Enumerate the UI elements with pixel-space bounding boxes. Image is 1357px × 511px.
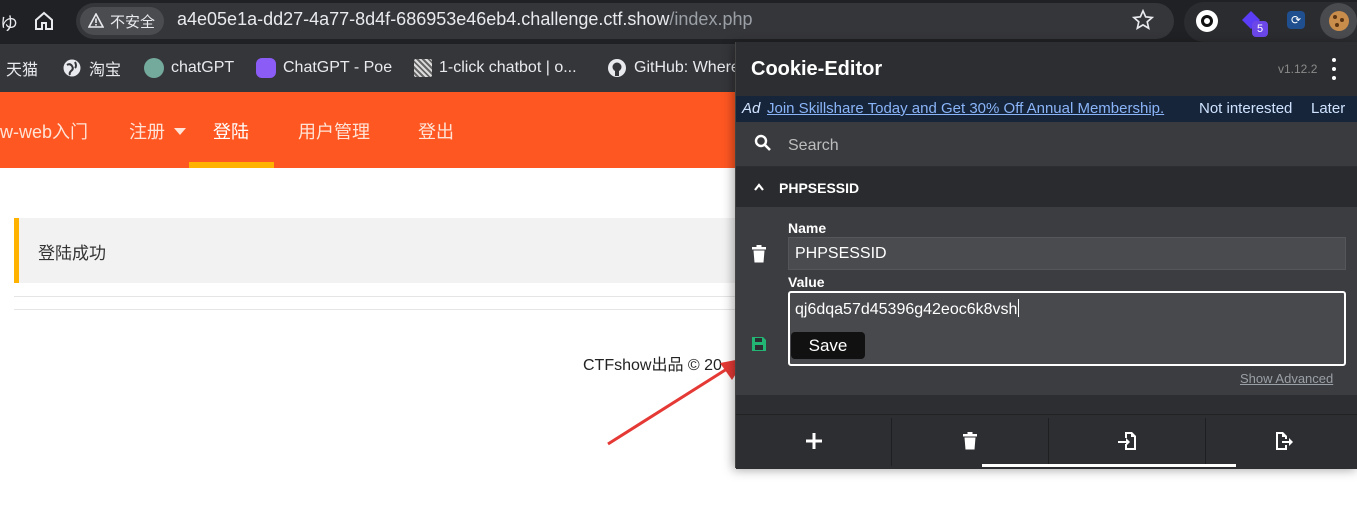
bookmark-label: 1-click chatbot | o...	[439, 59, 577, 76]
annotation-arrow-icon	[607, 358, 746, 446]
nav-register[interactable]: 注册	[129, 118, 187, 144]
popup-title: Cookie-Editor	[751, 58, 883, 80]
delete-all-button[interactable]	[892, 415, 1047, 467]
value-label: Value	[788, 274, 825, 290]
divider	[14, 296, 744, 297]
bookmark-label: ChatGPT - Poe	[283, 59, 393, 76]
bookmark-github[interactable]: GitHub: Where	[607, 56, 740, 80]
save-floppy-icon[interactable]	[751, 336, 767, 352]
nav-register-label: 注册	[129, 122, 165, 142]
chatbot-icon	[414, 59, 432, 77]
cookie-name-field[interactable]: PHPSESSID	[788, 237, 1346, 270]
home-icon[interactable]	[33, 10, 55, 37]
extension-badge: 5	[1252, 21, 1268, 37]
poe-icon	[256, 58, 276, 78]
bookmark-chatgpt[interactable]: chatGPT	[144, 56, 234, 80]
extension-sync-icon[interactable]: ⟳	[1287, 11, 1305, 29]
popup-version: v1.12.2	[1278, 62, 1318, 76]
nav-login[interactable]: 登陆	[213, 118, 249, 144]
nav-active-indicator	[189, 162, 274, 168]
search-input[interactable]	[786, 132, 1310, 160]
later-button[interactable]: Later	[1311, 100, 1345, 117]
url-path: /index.php	[669, 9, 753, 29]
bookmark-taobao[interactable]: 淘宝	[62, 56, 121, 80]
ad-link[interactable]: Join Skillshare Today and Get 30% Off An…	[767, 100, 1164, 117]
alert-message: 登陆成功	[38, 244, 106, 263]
nav-user-manage[interactable]: 用户管理	[298, 118, 370, 144]
cookie-value: qj6dqa57d45396g42eoc6k8vsh	[795, 301, 1018, 318]
url-host: a4e05e1a-dd27-4a77-8d4f-686953e46eb4.cha…	[177, 9, 670, 29]
star-icon[interactable]	[1131, 8, 1155, 36]
bookmark-poe[interactable]: ChatGPT - Poe	[256, 56, 392, 80]
bookmark-label: 淘宝	[89, 62, 122, 79]
back-partial-icon[interactable]: ゆ	[0, 10, 18, 36]
plus-icon	[805, 433, 822, 449]
divider	[14, 309, 744, 310]
import-icon	[1117, 432, 1136, 450]
caret-down-icon	[174, 128, 187, 135]
cookie-header-name: PHPSESSID	[779, 180, 860, 196]
site-navbar	[0, 92, 800, 168]
trash-icon	[962, 432, 977, 450]
extension-circle-icon[interactable]	[1196, 10, 1218, 32]
nav-brand[interactable]: w-web入门	[0, 118, 88, 144]
bookmark-chatbot[interactable]: 1-click chatbot | o...	[414, 56, 577, 80]
save-button[interactable]: Save	[791, 332, 865, 359]
url-text[interactable]: a4e05e1a-dd27-4a77-8d4f-686953e46eb4.cha…	[177, 9, 752, 30]
search-icon	[754, 134, 771, 151]
add-cookie-button[interactable]	[736, 415, 891, 467]
import-button[interactable]	[1049, 415, 1204, 467]
globe-icon	[63, 59, 81, 77]
trash-icon[interactable]	[751, 245, 767, 263]
bookmark-tmall[interactable]: 天猫	[6, 56, 38, 80]
not-interested-button[interactable]: Not interested	[1199, 100, 1292, 117]
chatgpt-icon	[144, 58, 164, 78]
ad-label: Ad	[742, 100, 761, 117]
success-alert	[14, 218, 744, 283]
more-options-icon[interactable]	[1328, 58, 1340, 80]
security-indicator[interactable]: 不安全	[80, 7, 164, 35]
bookmark-label: 天猫	[6, 62, 39, 79]
warning-icon	[88, 13, 104, 28]
show-advanced-link[interactable]: Show Advanced	[1240, 371, 1333, 386]
cookie-value-text: qj6dqa57d45396g42eoc6k8vsh	[795, 299, 1020, 319]
text-caret	[1018, 299, 1020, 317]
export-icon	[1275, 432, 1293, 450]
export-button[interactable]	[1206, 415, 1357, 467]
bookmark-label: GitHub: Where	[634, 59, 740, 76]
chevron-up-icon[interactable]	[753, 182, 765, 192]
nav-logout[interactable]: 登出	[418, 118, 454, 144]
github-icon	[608, 59, 626, 77]
name-label: Name	[788, 220, 827, 236]
security-label: 不安全	[110, 13, 156, 31]
cookie-extension-icon[interactable]	[1320, 3, 1357, 39]
bookmark-label: chatGPT	[171, 59, 235, 76]
toolbar-active-indicator	[982, 464, 1236, 467]
